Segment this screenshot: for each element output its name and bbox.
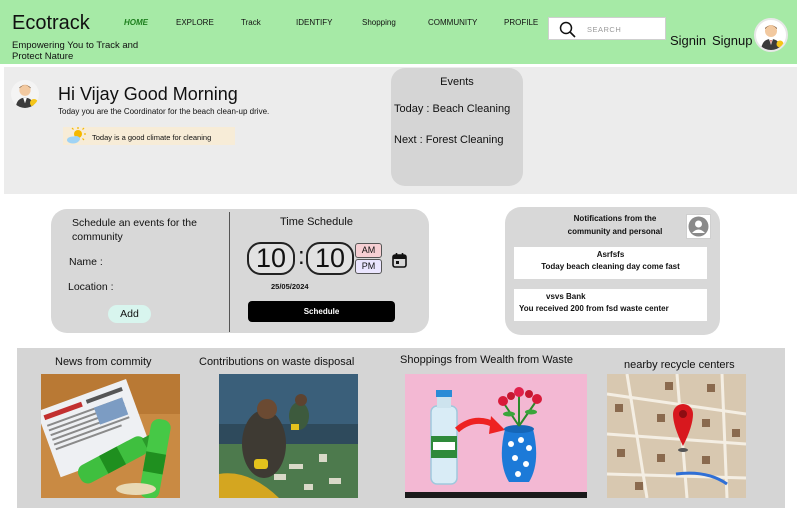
shopping-image[interactable]	[405, 374, 587, 498]
user-avatar[interactable]	[754, 18, 788, 52]
nav-track[interactable]: Track	[241, 18, 261, 27]
schedule-date: 25/05/2024	[271, 282, 309, 291]
card-title-recycle[interactable]: nearby recycle centers	[624, 359, 735, 371]
signup-link[interactable]: Signup	[712, 33, 752, 48]
notification-sender: vsvs Bank	[546, 292, 586, 301]
nav-home[interactable]: HOME	[124, 18, 148, 27]
nav-community[interactable]: COMMUNITY	[428, 18, 477, 27]
nav-shopping[interactable]: Shopping	[362, 18, 396, 27]
waste-disposal-image[interactable]	[219, 374, 358, 498]
greeting-subtitle: Today you are the Coordinator for the be…	[58, 107, 270, 116]
nav-explore[interactable]: EXPLORE	[176, 18, 214, 27]
person-icon	[761, 25, 784, 50]
minute-input[interactable]: 10	[306, 242, 354, 275]
card-title-shopping[interactable]: Shoppings from Wealth from Waste	[400, 354, 573, 366]
sun-cloud-icon	[67, 127, 86, 144]
name-label: Name :	[69, 256, 103, 268]
add-button[interactable]: Add	[108, 305, 151, 323]
time-colon: :	[298, 243, 305, 270]
notification-item[interactable]: Asrfsfs Today beach cleaning day come fa…	[514, 247, 707, 279]
signin-link[interactable]: Signin	[670, 33, 706, 48]
events-title: Events	[440, 76, 474, 88]
am-toggle[interactable]: AM	[355, 243, 382, 258]
nav-identify[interactable]: IDENTIFY	[296, 18, 332, 27]
notification-item[interactable]: vsvs Bank You received 200 from fsd wast…	[514, 289, 707, 321]
news-image[interactable]	[41, 374, 180, 498]
weather-banner: Today is a good climate for cleaning	[63, 127, 235, 145]
schedule-title: Schedule an events for the community	[72, 217, 197, 243]
notification-message: You received 200 from fsd waste center	[519, 304, 669, 313]
calendar-icon[interactable]	[391, 252, 408, 269]
schedule-button[interactable]: Schedule	[248, 301, 395, 322]
greeting-avatar	[11, 80, 39, 108]
greeting-title: Hi Vijay Good Morning	[58, 84, 238, 104]
status-dot	[30, 99, 38, 107]
notification-message: Today beach cleaning day come fast	[541, 262, 680, 271]
weather-text: Today is a good climate for cleaning	[92, 133, 212, 142]
pm-toggle[interactable]: PM	[355, 259, 382, 274]
nav-profile[interactable]: PROFILE	[504, 18, 538, 27]
notification-sender: Asrfsfs	[596, 250, 625, 259]
search-box[interactable]	[548, 17, 666, 40]
event-next[interactable]: Next : Forest Cleaning	[394, 134, 503, 146]
divider	[229, 212, 230, 332]
time-schedule-title: Time Schedule	[280, 216, 353, 228]
search-icon	[559, 21, 576, 38]
recycle-map-image[interactable]	[607, 374, 746, 498]
notifications-title: Notifications from the community and per…	[567, 214, 663, 236]
notification-user-icon[interactable]	[686, 214, 711, 239]
app-logo[interactable]: Ecotrack	[12, 12, 90, 35]
hour-input[interactable]: 10	[247, 242, 295, 275]
location-label: Location :	[68, 281, 114, 293]
card-title-news[interactable]: News from commity	[55, 356, 152, 368]
events-panel: Events Today : Beach Cleaning Next : For…	[391, 68, 523, 186]
app-tagline: Empowering You to Track and Protect Natu…	[12, 40, 139, 62]
card-title-contributions[interactable]: Contributions on waste disposal	[199, 356, 354, 368]
search-input[interactable]	[587, 22, 661, 36]
event-today[interactable]: Today : Beach Cleaning	[394, 103, 510, 115]
